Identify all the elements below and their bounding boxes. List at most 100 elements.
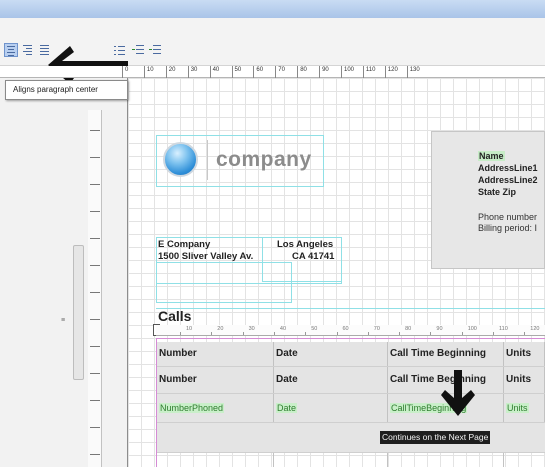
ruler-label: 20 — [168, 67, 176, 73]
vruler-tick — [90, 400, 100, 401]
align-right-icon[interactable] — [21, 43, 35, 57]
table-ruler-tick — [180, 332, 181, 335]
phone-number-label: Phone number — [478, 212, 538, 222]
table-header-cell[interactable]: Units — [504, 367, 545, 393]
field-name: Date — [276, 403, 298, 413]
table-header-row: Number Date Call Time Beginning Units — [157, 367, 545, 394]
table-ruler-tick — [461, 332, 463, 335]
ruler-tick — [187, 66, 189, 78]
table-ruler-tick — [211, 332, 213, 335]
ruler-label: 70 — [278, 67, 285, 73]
table-header-cell[interactable]: Date — [274, 342, 388, 366]
table-ruler-label: 90 — [436, 326, 443, 332]
tooltip: Aligns paragraph center — [5, 80, 128, 100]
decrease-indent-icon[interactable] — [131, 43, 145, 57]
table-empty-cell[interactable] — [388, 453, 504, 467]
table-header-row: Number Date Call Time Beginning Units — [157, 342, 545, 367]
table-ruler-label: 20 — [217, 326, 224, 332]
state-zip-field[interactable]: State Zip — [478, 187, 516, 197]
ruler-tick — [122, 66, 123, 78]
logo-divider — [207, 140, 208, 180]
address-name-field[interactable]: Name — [478, 151, 505, 161]
formatting-toolbar — [0, 18, 545, 84]
company-logo-icon — [163, 142, 198, 177]
ruler-tick — [143, 66, 145, 78]
increase-indent-icon[interactable] — [148, 43, 162, 57]
table-header-cell[interactable]: Number — [157, 342, 274, 366]
field-name: Units — [506, 403, 529, 413]
down-arrow-icon — [441, 370, 475, 416]
vruler-tick — [90, 157, 100, 158]
company-street-frame[interactable] — [156, 262, 292, 303]
ruler-label: 80 — [300, 67, 307, 73]
ruler-label: 110 — [365, 67, 376, 73]
ruler-tick — [275, 66, 277, 78]
table-ruler-tick — [524, 332, 526, 335]
ruler-tick — [341, 66, 342, 78]
title-bar — [0, 0, 545, 18]
table-ruler-label: 60 — [342, 326, 349, 332]
vruler-tick — [90, 319, 100, 320]
table-ruler-label: 80 — [405, 326, 412, 332]
table-ruler: 10 20 30 40 50 60 70 80 90 100 110 120 — [156, 325, 545, 336]
horizontal-ruler: 0 10 20 30 40 50 60 70 80 90 100 110 120 130 — [0, 66, 545, 78]
ruler-tick — [165, 66, 167, 78]
table-field-cell[interactable]: NumberPhoned — [157, 394, 274, 422]
ruler-tick — [209, 66, 211, 78]
vruler-tick — [90, 454, 100, 455]
table-ruler-tick — [336, 332, 338, 335]
ruler-tick — [231, 66, 233, 78]
vertical-ruler — [88, 110, 102, 467]
splitter-grip-icon[interactable]: ≡ — [61, 317, 65, 324]
ruler-label: 10 — [146, 67, 154, 73]
ruler-tick — [319, 66, 321, 78]
table-header-cell[interactable]: Call Time Beginning — [388, 342, 504, 366]
table-ruler-tick — [399, 332, 401, 335]
table-ruler-label: 30 — [248, 326, 255, 332]
table-ruler-label: 40 — [279, 326, 287, 332]
address-line2-field[interactable]: AddressLine2 — [478, 175, 538, 185]
table-ruler-label: 10 — [186, 326, 193, 332]
ruler-label: 90 — [322, 67, 329, 73]
vruler-tick — [90, 427, 100, 428]
table-empty-cell[interactable] — [274, 453, 388, 467]
table-ruler-label: 100 — [467, 326, 477, 332]
ruler-label: 30 — [190, 67, 198, 73]
table-ruler-label: 70 — [373, 326, 380, 332]
vruler-tick — [90, 346, 100, 347]
ruler-tick — [297, 66, 299, 78]
ruler-label: 0 — [125, 67, 129, 73]
align-center-icon[interactable] — [4, 43, 18, 57]
vruler-tick — [90, 130, 100, 131]
ruler-tick — [384, 66, 386, 78]
vruler-tick — [90, 184, 100, 185]
address-line1-field[interactable]: AddressLine1 — [478, 163, 538, 173]
table-ruler-tick — [493, 332, 494, 335]
table-empty-row — [157, 453, 545, 467]
field-name: NumberPhoned — [159, 403, 225, 413]
calls-band — [156, 308, 545, 324]
table-ruler-tick — [367, 332, 369, 335]
table-empty-cell[interactable] — [157, 453, 274, 467]
table-header-cell[interactable]: Number — [157, 367, 274, 393]
table-field-cell[interactable]: Units — [504, 394, 545, 422]
ruler-tick — [253, 66, 255, 78]
company-name-text: E Company — [158, 239, 211, 250]
table-header-cell[interactable]: Date — [274, 367, 388, 393]
ruler-label: 50 — [234, 67, 242, 73]
ruler-tick — [406, 66, 408, 78]
report-designer-window: 0 10 20 30 40 50 60 70 80 90 100 110 120 130 Aligns p… — [0, 0, 545, 467]
table-header-cell[interactable]: Units — [504, 342, 545, 366]
table-ruler-tick — [430, 332, 432, 335]
ruler-label: 130 — [409, 67, 420, 73]
ruler-tick — [362, 66, 364, 78]
table-ruler-label: 120 — [530, 326, 540, 332]
left-scrollbar[interactable] — [73, 245, 84, 380]
ruler-label: 100 — [344, 67, 355, 73]
ruler-label: 40 — [212, 67, 220, 73]
vruler-tick — [90, 238, 100, 239]
vruler-tick — [90, 265, 100, 266]
company-street-text: 1500 Sliver Valley Av. — [158, 251, 254, 262]
table-field-cell[interactable]: Date — [274, 394, 388, 422]
company-state-zip-text: CA 41741 — [292, 251, 335, 262]
